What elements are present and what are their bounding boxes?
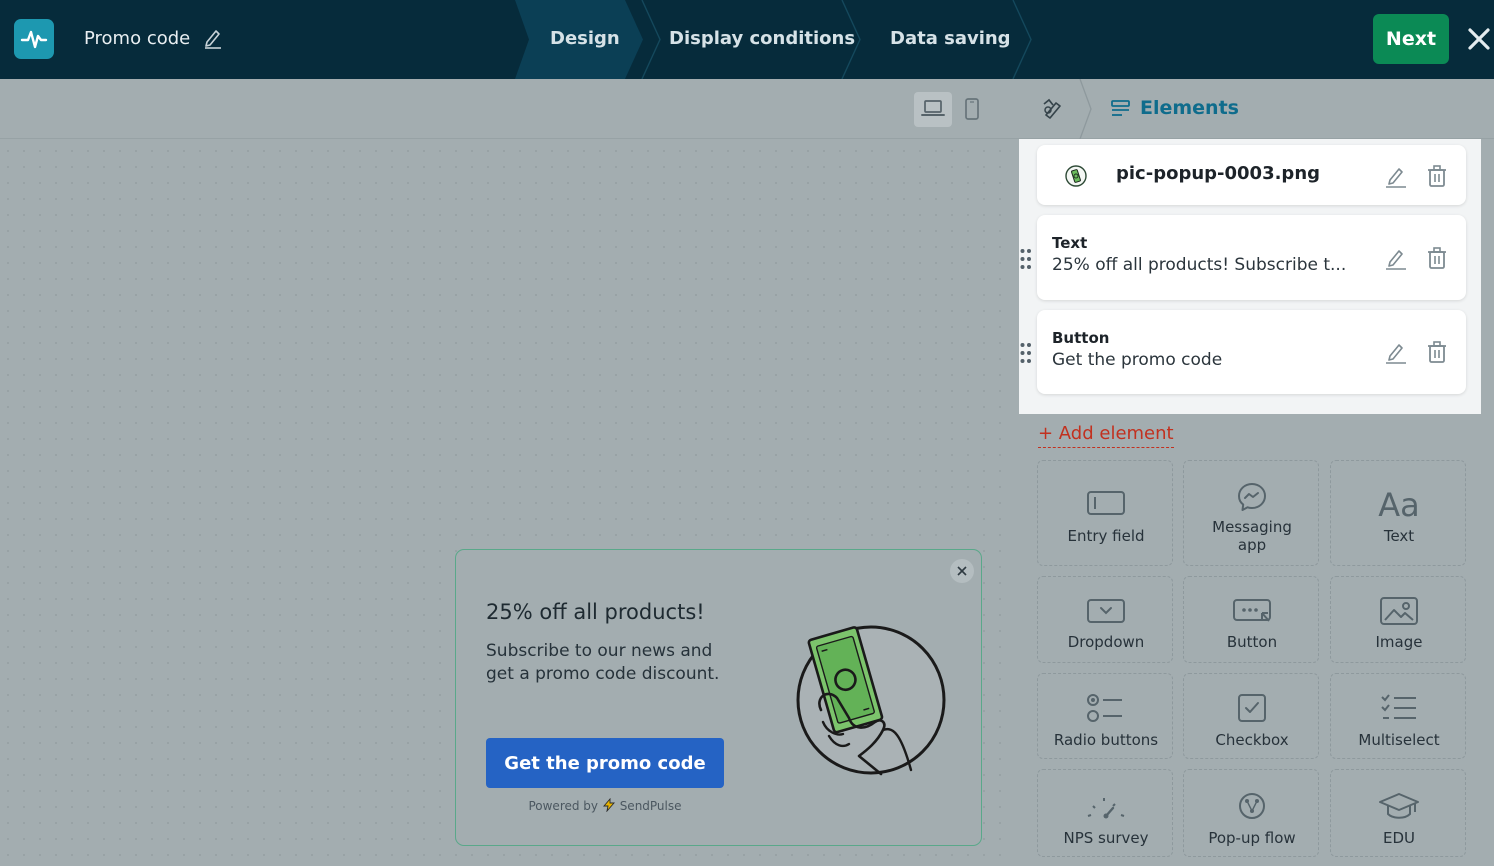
palette-label: Text: [1383, 527, 1415, 545]
palette-label: Multiselect: [1358, 731, 1440, 749]
palette-label: Checkbox: [1215, 731, 1289, 749]
popup-headline: 25% off all products!: [486, 600, 705, 624]
palette-image[interactable]: Image: [1330, 576, 1466, 663]
element-card-title: Text: [1052, 234, 1088, 252]
form-title: Promo code: [84, 28, 191, 49]
palette-label: Pop-up flow: [1208, 829, 1296, 847]
step-display-conditions[interactable]: Display conditions: [669, 27, 855, 51]
dropdown-icon: [1038, 597, 1174, 625]
trash-icon[interactable]: [1426, 340, 1448, 368]
palette-messaging-app[interactable]: Messaging app: [1183, 460, 1319, 566]
palette-text[interactable]: Aa Text: [1330, 460, 1466, 566]
add-element-link[interactable]: + Add element: [1038, 422, 1174, 448]
close-icon[interactable]: [1466, 26, 1492, 56]
canvas-toolbar: [0, 79, 1012, 139]
element-card-subtitle: Get the promo code: [1052, 350, 1223, 370]
palette-label: EDU: [1382, 829, 1415, 847]
messenger-icon: [1184, 481, 1320, 513]
desktop-view-icon[interactable]: [914, 92, 952, 127]
palette-label: NPS survey: [1063, 829, 1149, 847]
trash-icon[interactable]: [1426, 164, 1448, 192]
popup-flow-icon: [1184, 790, 1320, 822]
palette-entry-field[interactable]: Entry field: [1037, 460, 1173, 566]
step-separator: [1012, 0, 1032, 79]
element-card-subtitle: 25% off all products! Subscribe t...: [1052, 255, 1347, 275]
button-icon: [1184, 597, 1320, 625]
element-card-image[interactable]: pic-popup-0003.png: [1037, 145, 1466, 205]
powered-by-brand: SendPulse: [619, 799, 682, 813]
step-data-saving[interactable]: Data saving: [890, 27, 1011, 51]
palette-radio-buttons[interactable]: Radio buttons: [1037, 673, 1173, 759]
money-hand-illustration: [793, 618, 949, 782]
step-design[interactable]: Design: [550, 27, 620, 51]
palette-checkbox[interactable]: Checkbox: [1183, 673, 1319, 759]
edit-title-icon[interactable]: [203, 27, 223, 53]
drag-handle-icon[interactable]: [1019, 247, 1033, 275]
palette-label: Entry field: [1067, 527, 1145, 545]
step-separator: [641, 0, 661, 79]
popup-close-icon[interactable]: [950, 559, 974, 583]
panel-tab-separator: [1079, 79, 1092, 139]
sendpulse-bolt-icon: [602, 797, 615, 813]
drag-handle-icon[interactable]: [1019, 341, 1033, 369]
app-logo-icon[interactable]: [14, 19, 54, 59]
powered-by: Powered by SendPulse: [486, 797, 724, 813]
palette-label: Radio buttons: [1053, 731, 1159, 749]
edit-icon[interactable]: [1385, 340, 1407, 368]
next-button[interactable]: Next: [1373, 14, 1449, 64]
edit-icon[interactable]: [1385, 164, 1407, 192]
design-brush-icon[interactable]: [1040, 97, 1066, 125]
palette-label: Image: [1375, 633, 1423, 651]
entry-field-icon: [1038, 489, 1174, 517]
palette-multiselect[interactable]: Multiselect: [1330, 673, 1466, 759]
element-card-text[interactable]: Text 25% off all products! Subscribe t..…: [1037, 215, 1466, 300]
palette-button[interactable]: Button: [1183, 576, 1319, 663]
edit-icon[interactable]: [1385, 246, 1407, 274]
top-bar: Promo code Design Display conditions Dat…: [0, 0, 1494, 79]
multiselect-icon: [1331, 692, 1467, 724]
elements-list-icon[interactable]: [1110, 98, 1132, 124]
nps-survey-icon: [1038, 790, 1174, 822]
palette-label: Button: [1226, 633, 1278, 651]
trash-icon[interactable]: [1426, 246, 1448, 274]
palette-label: Messaging app: [1212, 518, 1292, 554]
palette-popup-flow[interactable]: Pop-up flow: [1183, 769, 1319, 857]
palette-label: Dropdown: [1067, 633, 1145, 651]
element-card-button[interactable]: Button Get the promo code: [1037, 310, 1466, 394]
popup-body-text: Subscribe to our news and get a promo co…: [486, 641, 720, 684]
tab-elements[interactable]: Elements: [1140, 96, 1239, 120]
powered-by-label: Powered by: [528, 799, 599, 813]
palette-dropdown[interactable]: Dropdown: [1037, 576, 1173, 663]
wizard-steps: Design Display conditions Data saving: [515, 0, 1035, 79]
checkbox-icon: [1184, 692, 1320, 724]
image-icon: [1331, 596, 1467, 626]
edu-icon: [1331, 790, 1467, 822]
image-thumbnail-icon: [1064, 164, 1088, 192]
element-card-title: pic-popup-0003.png: [1116, 163, 1321, 184]
popup-promo-button[interactable]: Get the promo code: [486, 738, 724, 788]
element-card-title: Button: [1052, 329, 1110, 347]
radio-buttons-icon: [1038, 692, 1174, 724]
palette-edu[interactable]: EDU: [1330, 769, 1466, 857]
palette-nps-survey[interactable]: NPS survey: [1037, 769, 1173, 857]
mobile-view-icon[interactable]: [956, 92, 988, 127]
panel-scrollbar[interactable]: [1481, 139, 1494, 866]
text-icon: Aa: [1378, 486, 1420, 524]
